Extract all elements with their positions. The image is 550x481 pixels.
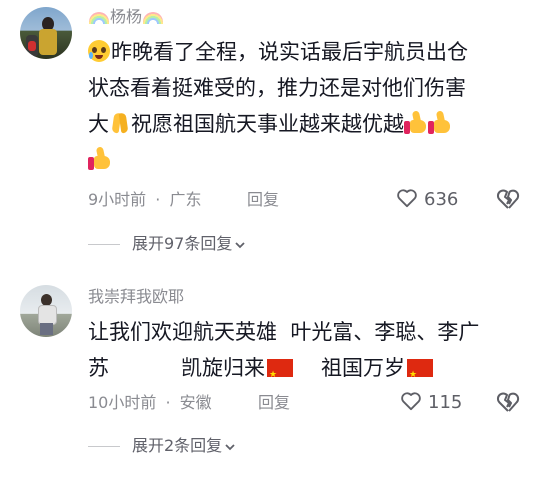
username[interactable]: 杨杨 bbox=[88, 6, 164, 28]
comment-text: 昨晚看了全程，说实话最后宇航员出仓 状态看着挺难受的，推力还是对他们伤害 大祝愿… bbox=[88, 34, 528, 178]
reply-button[interactable]: 回复 bbox=[247, 190, 279, 210]
comment-meta: 10小时前 · 安徽 bbox=[88, 393, 212, 413]
china-flag-icon bbox=[267, 357, 293, 393]
reply-button[interactable]: 回复 bbox=[258, 393, 290, 413]
rainbow-icon bbox=[89, 11, 109, 24]
heart-icon bbox=[397, 189, 417, 208]
chevron-down-icon bbox=[225, 443, 235, 450]
folded-hands-icon bbox=[109, 111, 131, 135]
like-count: 636 bbox=[424, 189, 459, 210]
thumbs-up-icon bbox=[428, 111, 452, 135]
chevron-down-icon bbox=[235, 241, 246, 248]
separator: · bbox=[165, 393, 171, 412]
location: 广东 bbox=[169, 190, 202, 209]
china-flag-icon bbox=[407, 357, 433, 393]
crying-face-icon bbox=[88, 40, 110, 62]
expand-replies-button[interactable]: 展开97条回复 bbox=[88, 234, 246, 254]
username[interactable]: 我崇拜我欧耶 bbox=[88, 286, 184, 308]
thumbs-up-icon bbox=[404, 111, 428, 135]
broken-heart-icon[interactable] bbox=[496, 391, 520, 413]
timestamp: 10小时前 bbox=[88, 393, 157, 412]
location: 安徽 bbox=[179, 393, 212, 412]
rainbow-icon bbox=[143, 11, 164, 24]
expand-replies-button[interactable]: 展开2条回复 bbox=[88, 436, 236, 456]
like-button[interactable]: 636 bbox=[396, 188, 458, 211]
comment-meta: 9小时前 · 广东 bbox=[88, 190, 201, 210]
avatar[interactable] bbox=[20, 285, 72, 337]
like-count: 115 bbox=[428, 392, 463, 413]
like-button[interactable]: 115 bbox=[400, 391, 462, 414]
avatar[interactable] bbox=[20, 7, 72, 59]
heart-icon bbox=[401, 392, 421, 411]
thumbs-up-icon bbox=[88, 147, 112, 171]
comment-text: 让我们欢迎航天英雄 叶光富、李聪、李广 苏凯旋归来祖国万岁 bbox=[88, 314, 528, 393]
timestamp: 9小时前 bbox=[88, 190, 147, 209]
separator: · bbox=[155, 190, 161, 209]
broken-heart-icon[interactable] bbox=[496, 188, 520, 210]
